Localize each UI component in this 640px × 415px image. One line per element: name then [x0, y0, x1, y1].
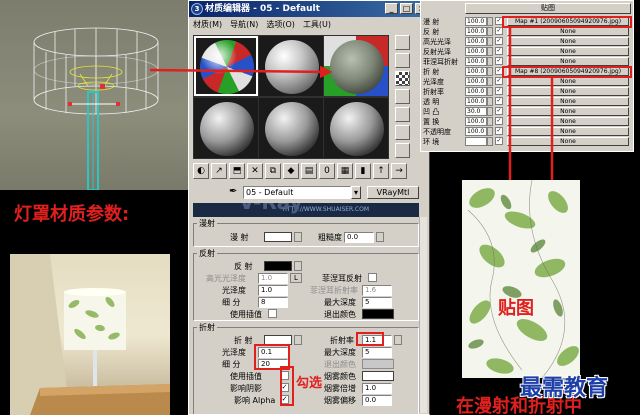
check-caption: 勾选 — [296, 376, 323, 391]
refract-map-highlight — [502, 66, 632, 78]
watermark: 最需教育 — [520, 376, 609, 401]
diffuse-map-highlight — [502, 16, 632, 28]
lampshade-texture-image — [462, 180, 580, 378]
lamp-render — [10, 254, 170, 415]
leaf-pattern — [462, 180, 580, 378]
map-caption: 贴图 — [498, 298, 534, 319]
lamp-render-image — [10, 254, 170, 415]
lampshade-title-caption: 灯罩材质参数: — [14, 204, 130, 225]
